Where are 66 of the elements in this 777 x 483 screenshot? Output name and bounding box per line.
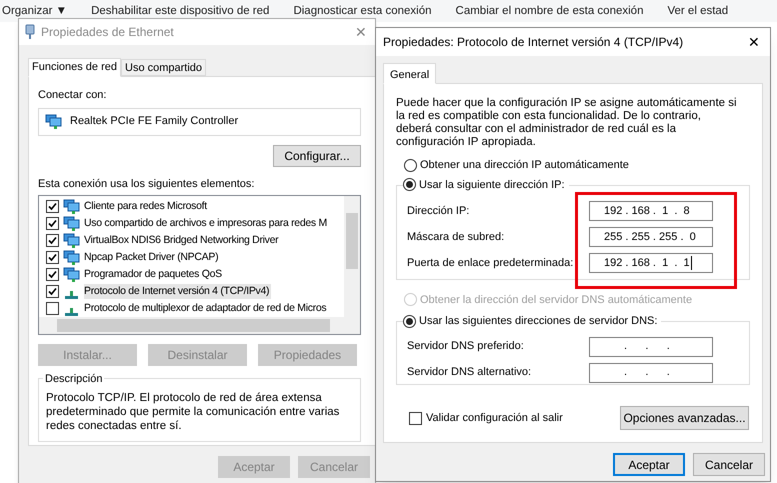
network-adapter-icon <box>63 232 80 248</box>
checkbox[interactable] <box>46 302 59 315</box>
field-label: Dirección IP: <box>407 204 470 219</box>
dialog-button[interactable]: Aceptar <box>613 453 685 476</box>
section-label: Conectar con: <box>38 88 108 103</box>
checkbox[interactable] <box>46 251 59 264</box>
description-text: Protocolo TCP/IP. El protocolo de red de área extensa predeterminado que permite la comunicación entre varias redes conectadas entre sí. <box>46 391 340 433</box>
toolbar-command[interactable]: Ver el estad <box>667 3 728 20</box>
checkbox-label: Validar configuración al salir <box>426 410 563 426</box>
checkbox[interactable] <box>46 268 59 281</box>
list-item[interactable]: VirtualBox NDIS6 Bridged Networking Driver <box>84 232 278 248</box>
horizontal-scrollbar[interactable] <box>39 317 360 334</box>
window-title: Propiedades: Protocolo de Internet versión 4 (TCP/IPv4) <box>383 34 684 51</box>
checkbox[interactable] <box>46 200 59 213</box>
checkbox[interactable] <box>409 412 422 424</box>
protocol-icon <box>65 290 78 298</box>
ip-address-field[interactable]: 192 . 168 . 1 . 8 <box>589 201 713 221</box>
dialog-button[interactable]: Cancelar <box>693 453 765 476</box>
ip-address-field[interactable]: 255 . 255 . 255 . 0 <box>589 227 713 247</box>
field-label: Máscara de subred: <box>407 230 504 245</box>
toolbar-command[interactable]: Diagnosticar esta conexión <box>293 3 432 20</box>
tab[interactable]: Uso compartido <box>121 59 206 76</box>
toolbar-command[interactable]: Cambiar el nombre de esta conexión <box>456 3 644 20</box>
checkbox[interactable] <box>46 217 59 230</box>
vertical-scrollbar[interactable] <box>344 196 360 317</box>
protocol-icon <box>65 308 78 316</box>
adapter-field: Realtek PCIe FE Family Controller <box>38 108 361 136</box>
checkbox[interactable] <box>46 285 59 298</box>
list-item[interactable]: Protocolo de multiplexor de adaptador de red de Micros <box>84 300 326 316</box>
ethernet-plug-icon <box>25 24 35 40</box>
dialog-button[interactable]: Configurar... <box>273 144 361 166</box>
section-label: Esta conexión usa los siguientes elementos: <box>38 176 256 192</box>
field-label: Servidor DNS preferido: <box>407 339 524 354</box>
toolbar-command[interactable]: Organizar ▼ <box>2 3 68 20</box>
close-icon[interactable]: ✕ <box>355 25 367 39</box>
radio-button[interactable] <box>404 158 417 172</box>
radio-button[interactable] <box>403 314 416 328</box>
dialog-button[interactable]: Opciones avanzadas... <box>620 406 749 430</box>
list-item[interactable]: Protocolo de Internet versión 4 (TCP/IPv4) <box>84 284 272 300</box>
list-item[interactable]: Npcap Packet Driver (NPCAP) <box>84 250 218 266</box>
list-item[interactable]: Cliente para redes Microsoft <box>84 198 207 214</box>
ip-address-field[interactable]: . . . <box>589 362 713 382</box>
list-item[interactable]: Programador de paquetes QoS <box>84 266 222 282</box>
network-adapter-icon <box>45 114 62 130</box>
field-label: Puerta de enlace predeterminada: <box>407 256 574 271</box>
window-title: Propiedades de Ethernet <box>41 24 175 41</box>
network-adapter-icon <box>63 216 80 232</box>
group-title: Descripción <box>43 371 104 388</box>
radio-label: Usar la siguiente dirección IP: <box>419 178 565 192</box>
radio-label: Usar las siguientes direcciones de servidor DNS: <box>419 314 658 329</box>
network-adapter-icon <box>63 198 80 214</box>
toolbar-command[interactable]: Deshabilitar este dispositivo de red <box>91 3 270 20</box>
list-item[interactable]: Uso compartido de archivos e impresoras para redes M <box>84 216 327 232</box>
network-adapter-icon <box>63 266 80 282</box>
network-adapter-icon <box>63 250 80 266</box>
tab[interactable]: Funciones de red <box>28 58 121 77</box>
ip-address-field[interactable]: . . . <box>589 336 713 356</box>
close-icon[interactable]: ✕ <box>748 35 760 49</box>
radio-label: Obtener la dirección del servidor DNS automáticamente <box>420 292 692 308</box>
ip-address-field[interactable]: 192 . 168 . 1 . 1 <box>589 253 713 273</box>
field-label: Servidor DNS alternativo: <box>407 365 532 380</box>
tab[interactable]: General <box>383 63 436 84</box>
radio-button[interactable] <box>403 178 416 192</box>
intro-text: Puede hacer que la configuración IP se asigne automáticamente si la red es compatible con esta funcionalidad. De lo contrario, deberá consultar con el administrador de red cuál es la configuración IP apropiada. <box>396 97 738 149</box>
radio-label: Obtener una dirección IP automáticamente <box>420 158 629 173</box>
checkbox[interactable] <box>46 234 59 247</box>
